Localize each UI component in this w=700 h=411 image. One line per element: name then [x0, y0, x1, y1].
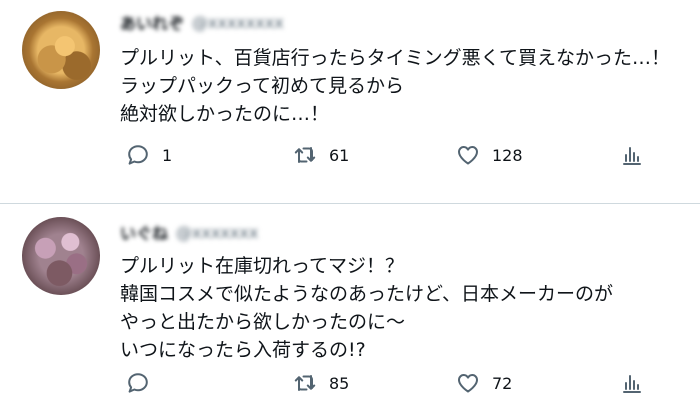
user-handle[interactable]: @xxxxxxxx [192, 13, 284, 32]
tweet-header: いぐね @xxxxxxx [120, 220, 258, 244]
tweet-text-line: いつになったら入荷するの!? [120, 339, 366, 361]
tweet-text-line: プルリット、百貨店行ったらタイミング悪くて買えなかった…！ [120, 47, 671, 69]
reply-icon [128, 145, 148, 165]
retweet-icon [294, 375, 316, 391]
tweet[interactable]: あいれぞ @xxxxxxxx プルリット、百貨店行ったらタイミング悪くて買えなか… [0, 0, 700, 203]
analytics-icon [623, 375, 641, 393]
reply-icon [128, 373, 148, 393]
heart-icon [458, 374, 478, 393]
retweet-count: 61 [329, 145, 350, 165]
reply-count: 1 [162, 145, 173, 165]
tweet[interactable]: いぐね @xxxxxxx プルリット在庫切れってマジ！？ 韓国コスメで似たような… [0, 204, 700, 411]
tweet-feed: あいれぞ @xxxxxxxx プルリット、百貨店行ったらタイミング悪くて買えなか… [0, 0, 700, 411]
tweet-text-line: 韓国コスメで似たようなのあったけど、日本メーカーのが [120, 283, 614, 305]
like-count: 72 [492, 373, 513, 393]
tweet-text-line: 絶対欲しかったのに…！ [120, 103, 330, 125]
heart-icon [458, 146, 478, 165]
analytics-button[interactable] [620, 141, 644, 169]
display-name[interactable]: いぐね [120, 220, 168, 244]
like-button[interactable]: 72 [456, 369, 512, 397]
avatar[interactable] [22, 217, 100, 295]
tweet-text: プルリット、百貨店行ったらタイミング悪くて買えなかった…！ ラップパックって初め… [120, 44, 670, 128]
tweet-text-line: プルリット在庫切れってマジ！？ [120, 255, 405, 277]
reply-button[interactable]: 1 [126, 141, 172, 169]
avatar[interactable] [22, 11, 100, 89]
tweet-text: プルリット在庫切れってマジ！？ 韓国コスメで似たようなのあったけど、日本メーカー… [120, 252, 613, 364]
tweet-actions: 1 61 128 [0, 141, 700, 169]
analytics-button[interactable] [620, 369, 644, 397]
like-button[interactable]: 128 [456, 141, 523, 169]
retweet-button[interactable]: 61 [293, 141, 349, 169]
reply-button[interactable] [126, 369, 162, 397]
analytics-icon [623, 147, 641, 165]
tweet-header: あいれぞ @xxxxxxxx [120, 10, 284, 34]
retweet-icon [294, 147, 316, 163]
retweet-button[interactable]: 85 [293, 369, 349, 397]
display-name[interactable]: あいれぞ [120, 10, 184, 34]
tweet-text-line: やっと出たから欲しかったのに〜 [120, 311, 406, 333]
tweet-actions: 85 72 [0, 369, 700, 397]
retweet-count: 85 [329, 373, 350, 393]
like-count: 128 [492, 145, 523, 165]
tweet-text-line: ラップパックって初めて見るから [120, 75, 405, 97]
user-handle[interactable]: @xxxxxxx [176, 223, 258, 242]
